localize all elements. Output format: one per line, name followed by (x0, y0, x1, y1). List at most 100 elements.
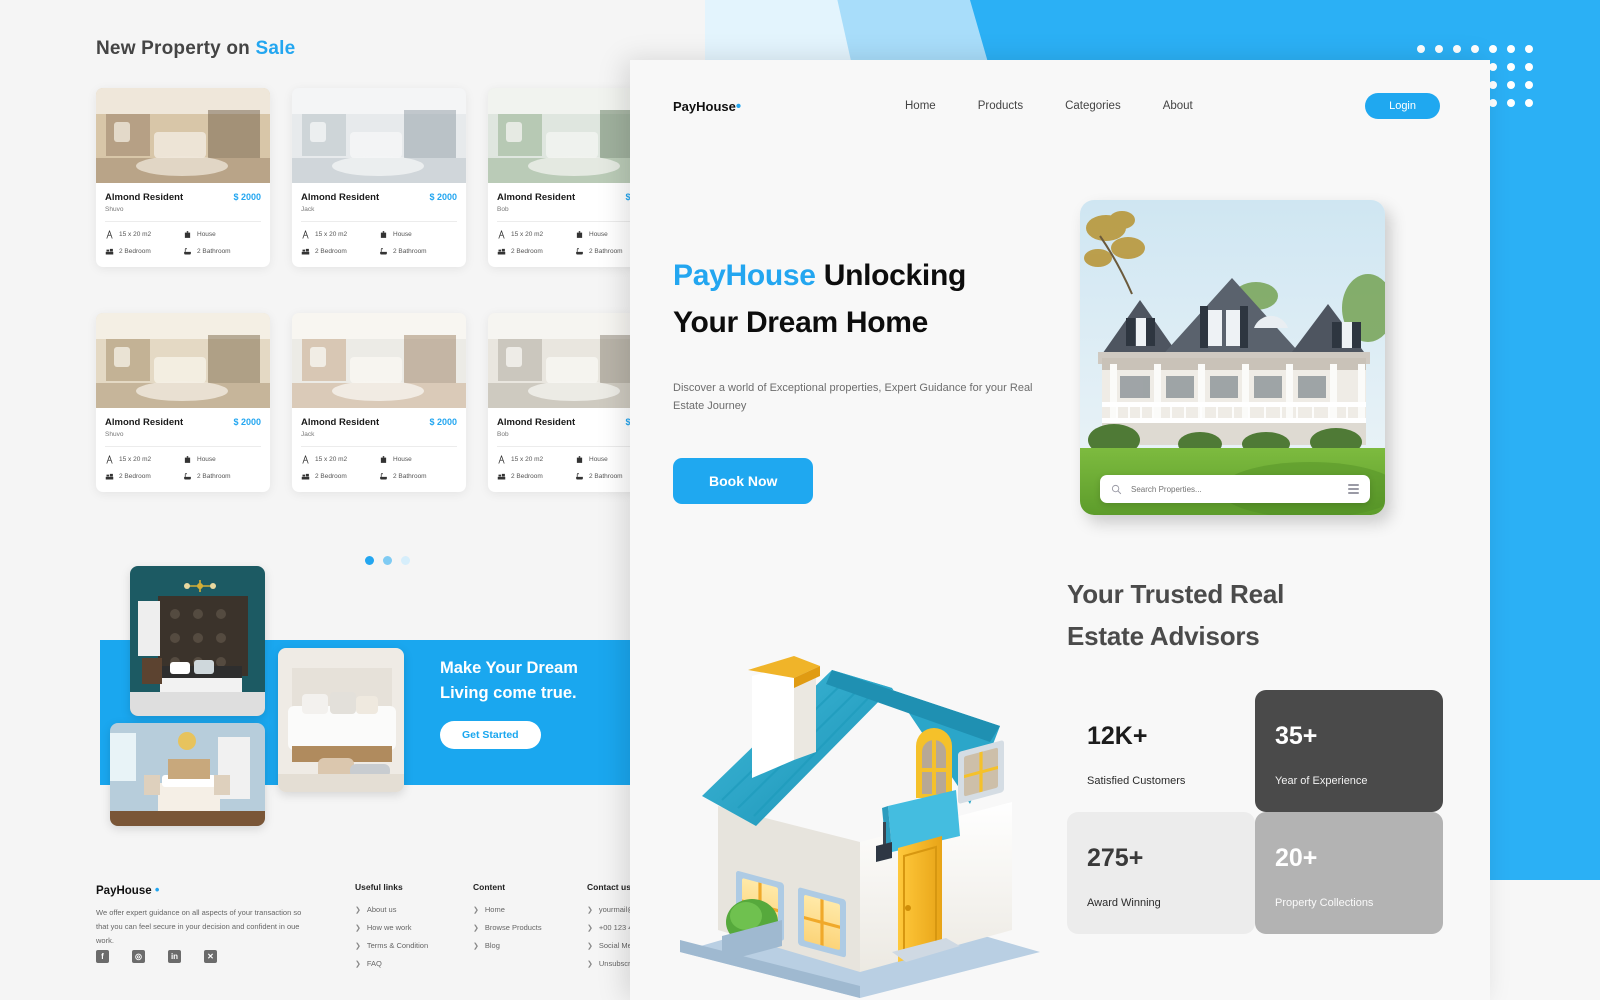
stat-card: 12K+ Satisfied Customers (1067, 690, 1255, 812)
nav-links: Home Products Categories About (905, 100, 1193, 112)
footer-link[interactable]: ❯ FAQ (355, 959, 428, 968)
property-type: House (379, 230, 457, 239)
property-owner: Jack (301, 206, 315, 213)
carousel-dot-3[interactable] (401, 556, 410, 565)
trusted-advisors-heading: Your Trusted Real Estate Advisors (1067, 573, 1407, 657)
hero-subtitle: Discover a world of Exceptional properti… (673, 382, 1033, 413)
property-owner: Shuvo (105, 431, 124, 438)
house-icon (184, 231, 191, 238)
property-card[interactable]: Almond Resident $ 2000 Shuvo 15 x 20 m2 … (96, 313, 270, 492)
section-title: New Property on Sale (96, 38, 295, 60)
bed-icon (105, 248, 114, 255)
property-name: Almond Resident (301, 417, 380, 428)
footer-brand-name: PayHouse (96, 885, 152, 897)
divider (301, 446, 457, 447)
footer-link[interactable]: ❯ About us (355, 905, 428, 914)
area-icon (302, 230, 309, 239)
area-icon (498, 455, 505, 464)
property-area: 15 x 20 m2 (105, 455, 183, 464)
chevron-right-icon: ❯ (355, 924, 361, 932)
chevron-right-icon: ❯ (355, 942, 361, 950)
chevron-right-icon: ❯ (355, 960, 361, 968)
property-search-bar[interactable] (1100, 475, 1370, 503)
nav-link-home[interactable]: Home (905, 100, 936, 112)
hero-house-photo (1080, 200, 1385, 515)
chevron-right-icon: ❯ (587, 924, 593, 932)
footer-brand: PayHouse • (96, 882, 159, 897)
footer-link[interactable]: ❯ Blog (473, 941, 542, 950)
filter-menu-icon[interactable] (1348, 484, 1359, 494)
book-now-button[interactable]: Book Now (673, 458, 814, 505)
property-specs: 15 x 20 m2 House 2 Bedroom 2 Bathroom (301, 230, 457, 256)
house-icon (576, 231, 583, 238)
bathtub-icon (576, 473, 583, 480)
instagram-icon[interactable]: ◎ (132, 950, 145, 963)
property-card[interactable]: Almond Resident $ 2000 Shuvo 15 x 20 m2 … (96, 88, 270, 267)
hero-heading-brand: PayHouse (673, 259, 816, 292)
carousel-dot-2[interactable] (383, 556, 392, 565)
underlying-landing-page: New Property on Sale Almond Resident $ 2… (0, 0, 705, 1000)
divider (301, 221, 457, 222)
chevron-right-icon: ❯ (473, 906, 479, 914)
stat-label: Property Collections (1275, 897, 1374, 909)
property-bedroom: 2 Bedroom (301, 472, 379, 481)
linkedin-icon[interactable]: in (168, 950, 181, 963)
property-type: House (379, 455, 457, 464)
page-footer: PayHouse • We offer expert guidance on a… (0, 862, 705, 1000)
trusted-line-1: Your Trusted Real (1067, 579, 1285, 609)
stat-card: 275+ Award Winning (1067, 812, 1255, 934)
property-area: 15 x 20 m2 (105, 230, 183, 239)
nav-logo[interactable]: PayHouse• (673, 98, 741, 115)
property-card[interactable]: Almond Resident $ 2000 Jack 15 x 20 m2 H… (292, 313, 466, 492)
nav-link-products[interactable]: Products (978, 100, 1023, 112)
stat-card: 35+ Year of Experience (1255, 690, 1443, 812)
footer-link[interactable]: ❯ Terms & Condition (355, 941, 428, 950)
property-bedroom: 2 Bedroom (497, 247, 575, 256)
section-title-accent: Sale (255, 38, 296, 59)
nav-link-categories[interactable]: Categories (1065, 100, 1121, 112)
footer-link[interactable]: ❯ How we work (355, 923, 428, 932)
property-bathroom: 2 Bathroom (379, 472, 457, 481)
property-bedroom: 2 Bedroom (105, 472, 183, 481)
property-card[interactable]: Almond Resident $ 2000 Jack 15 x 20 m2 H… (292, 88, 466, 267)
footer-link[interactable]: ❯ Browse Products (473, 923, 542, 932)
promo-line-2: Living come true. (440, 683, 577, 702)
login-button[interactable]: Login (1365, 93, 1440, 119)
chevron-right-icon: ❯ (587, 906, 593, 914)
house-icon (380, 231, 387, 238)
property-type: House (183, 230, 261, 239)
stat-number: 12K+ (1087, 722, 1148, 750)
top-navigation-bar: PayHouse• Home Products Categories About Lo… (630, 60, 1490, 152)
property-bedroom: 2 Bedroom (301, 247, 379, 256)
footer-link[interactable]: ❯ Home (473, 905, 542, 914)
hero-heading: PayHouse Unlocking Your Dream Home (673, 253, 1033, 346)
get-started-button[interactable]: Get Started (440, 720, 541, 749)
facebook-icon[interactable]: f (96, 950, 109, 963)
bed-icon (301, 248, 310, 255)
hero-heading-line2: Your Dream Home (673, 305, 929, 339)
footer-brand-dot: • (154, 882, 160, 897)
footer-social-links[interactable]: f ◎ in ✕ (96, 950, 217, 963)
property-card-body: Almond Resident $ 2000 Jack 15 x 20 m2 H… (292, 183, 466, 267)
stat-number: 275+ (1087, 844, 1144, 872)
nav-link-about[interactable]: About (1163, 100, 1193, 112)
property-price: $ 2000 (233, 192, 261, 202)
search-icon (1111, 484, 1122, 494)
chevron-right-icon: ❯ (473, 942, 479, 950)
x-twitter-icon[interactable]: ✕ (204, 950, 217, 963)
property-bathroom: 2 Bathroom (183, 247, 261, 256)
chevron-right-icon: ❯ (587, 960, 593, 968)
screenshot-root: New Property on Sale Almond Resident $ 2… (0, 0, 1600, 1000)
area-icon (106, 455, 113, 464)
search-input[interactable] (1131, 484, 1339, 494)
stat-number: 20+ (1275, 844, 1318, 872)
bathtub-icon (576, 248, 583, 255)
bathtub-icon (380, 248, 387, 255)
footer-column-title: Useful links (355, 882, 403, 892)
carousel-dot-1[interactable] (365, 556, 374, 565)
property-thumbnail (96, 88, 270, 183)
carousel-pagination[interactable] (365, 556, 410, 565)
bed-icon (301, 473, 310, 480)
property-owner: Shuvo (105, 206, 124, 213)
promo-image-bedroom-blue (110, 723, 265, 826)
